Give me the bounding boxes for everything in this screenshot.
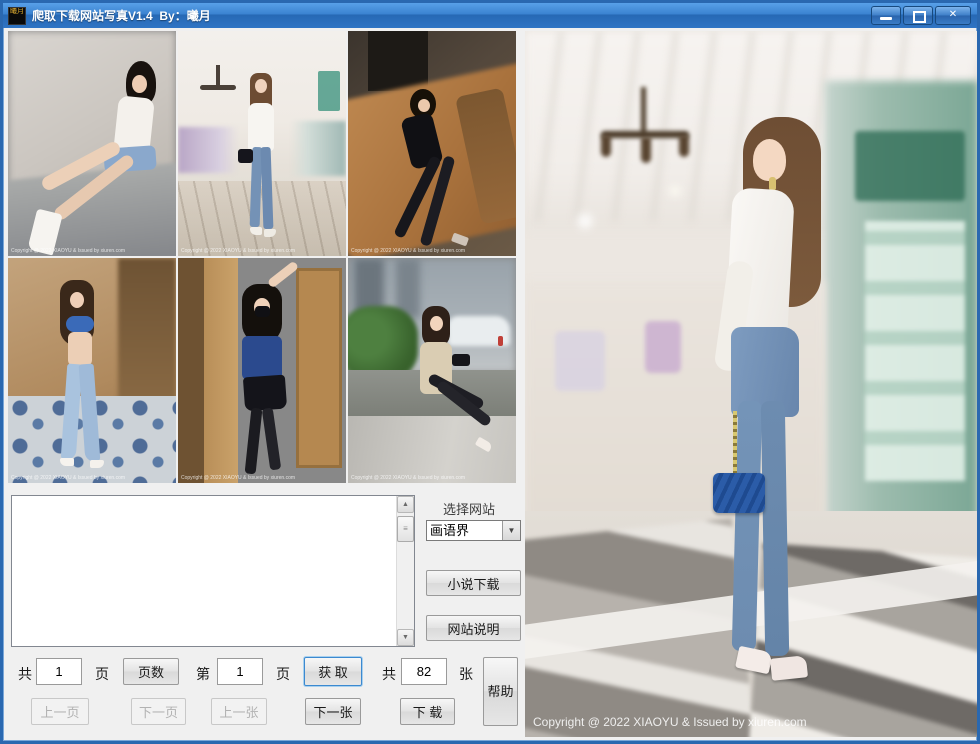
photo-thumbnail-4[interactable]: Copyright @ 2022 XIAOYU & Issued by xiur…	[8, 258, 176, 483]
thumb-watermark: Copyright @ 2022 XIAOYU & Issued by xiur…	[11, 248, 125, 254]
maximize-icon	[913, 11, 926, 23]
thumb-watermark: Copyright @ 2022 XIAOYU & Issued by xiur…	[181, 248, 295, 254]
thumb-watermark: Copyright @ 2022 XIAOYU & Issued by xiur…	[351, 475, 465, 481]
total-images-suffix-label: 张	[459, 664, 473, 684]
novel-download-button[interactable]: 小说下载	[426, 570, 521, 596]
arrow-down-icon: ▼	[402, 634, 409, 641]
help-button[interactable]: 帮助	[483, 657, 518, 726]
photo-thumbnail-1[interactable]: Copyright @ 2022 XIAOYU & Issued by xiur…	[8, 31, 176, 256]
thumb-watermark: Copyright @ 2022 XIAOYU & Issued by xiur…	[181, 475, 295, 481]
photo-preview: Copyright @ 2022 XIAOYU & Issued by xiur…	[525, 31, 978, 737]
chandelier-drop	[641, 137, 651, 163]
close-icon: ✕	[949, 9, 957, 20]
site-info-button[interactable]: 网站说明	[426, 615, 521, 641]
total-pages-input[interactable]: 1	[36, 658, 82, 685]
window-title: 爬取下载网站写真V1.4 By：曦月	[32, 7, 211, 24]
figure-top	[248, 103, 274, 151]
prev-page-button[interactable]: 上一页	[31, 698, 89, 725]
total-pages-prefix-label: 共	[18, 664, 32, 684]
page-count-button[interactable]: 页数	[123, 658, 179, 685]
figure-torso	[68, 332, 92, 366]
figure-face	[70, 292, 84, 308]
arrow-up-icon: ▲	[402, 501, 409, 508]
title-bar[interactable]: 曦月 爬取下载网站写真V1.4 By：曦月 ✕	[3, 3, 977, 28]
figure-face	[753, 139, 786, 181]
bg-kiosk	[555, 331, 605, 391]
figure-face	[132, 75, 147, 93]
figure-mask	[255, 306, 270, 317]
minimize-button[interactable]	[871, 6, 901, 25]
figure-bag-chain	[733, 411, 737, 479]
close-button[interactable]: ✕	[935, 6, 971, 25]
total-images-input[interactable]: 82	[401, 658, 447, 685]
bg-green-sign	[855, 131, 965, 201]
figure-face	[255, 79, 267, 93]
results-list	[14, 498, 396, 644]
photo-thumbnail-3[interactable]: Copyright @ 2022 XIAOYU & Issued by xiur…	[348, 31, 516, 256]
select-site-label: 选择网站	[443, 499, 495, 518]
figure-heel	[770, 655, 808, 681]
photo-thumbnail-5[interactable]: Copyright @ 2022 XIAOYU & Issued by xiur…	[178, 258, 346, 483]
figure-bra	[66, 316, 94, 332]
site-select-dropdown[interactable]: 画语界 ▼	[426, 520, 521, 541]
bg-sign	[318, 71, 340, 111]
preview-watermark: Copyright @ 2022 XIAOYU & Issued by xiur…	[533, 715, 807, 729]
total-pages-suffix-label: 页	[95, 664, 109, 684]
chandelier-drop	[601, 135, 611, 157]
figure-skirt	[243, 375, 287, 412]
app-window: 曦月 爬取下载网站写真V1.4 By：曦月 ✕ Copyright @ 2022…	[0, 0, 980, 744]
current-page-suffix-label: 页	[276, 664, 290, 684]
figure-face	[430, 316, 443, 331]
ground	[348, 416, 516, 483]
site-selected-value: 画语界	[427, 521, 502, 540]
chandelier-stem	[216, 65, 220, 87]
next-image-button[interactable]: 下一张	[305, 698, 361, 725]
app-icon: 曦月	[8, 7, 26, 25]
figure-heel	[250, 227, 262, 235]
scrollbar[interactable]: ▲ ≡ ▼	[396, 496, 414, 646]
thumb-watermark: Copyright @ 2022 XIAOYU & Issued by xiur…	[351, 248, 465, 254]
chandelier-drop	[679, 135, 689, 157]
current-page-input[interactable]: 1	[217, 658, 263, 685]
figure-blue-bag	[713, 473, 765, 513]
figure-handbag	[238, 149, 253, 163]
scroll-down-button[interactable]: ▼	[397, 629, 414, 646]
chandelier-arms	[200, 85, 236, 90]
minimize-icon	[880, 17, 892, 20]
current-page-prefix-label: 第	[196, 664, 210, 684]
scroll-up-button[interactable]: ▲	[397, 496, 414, 513]
figure-navy-shirt	[242, 336, 282, 380]
bg-purple-banner	[645, 321, 681, 373]
bg-storefront-left	[178, 127, 238, 173]
photo-thumbnail-2[interactable]: Copyright @ 2022 XIAOYU & Issued by xiur…	[178, 31, 346, 256]
figure-face	[418, 99, 430, 112]
fetch-button[interactable]: 获 取	[304, 657, 362, 686]
chevron-down-icon[interactable]: ▼	[502, 521, 520, 540]
figure-clutch	[452, 354, 470, 366]
bg-corner	[178, 258, 204, 483]
bg-door	[296, 268, 342, 468]
prev-image-button[interactable]: 上一张	[211, 698, 267, 725]
bg-taillight	[498, 336, 503, 346]
grip-icon: ≡	[403, 524, 408, 533]
photo-thumbnail-6[interactable]: Copyright @ 2022 XIAOYU & Issued by xiur…	[348, 258, 516, 483]
chandelier-stem	[641, 87, 646, 135]
bg-wall-dark	[118, 258, 176, 408]
bg-storefront-right	[291, 121, 346, 176]
results-listbox[interactable]: ▲ ≡ ▼	[11, 495, 415, 647]
figure-jeans-leg	[761, 401, 789, 656]
maximize-button[interactable]	[903, 6, 933, 25]
window-controls: ✕	[871, 6, 977, 25]
bg-lit-shelves	[865, 221, 965, 481]
thumb-watermark: Copyright @ 2022 XIAOYU & Issued by xiur…	[11, 475, 125, 481]
download-button[interactable]: 下 载	[400, 698, 455, 725]
bg-lamp	[368, 31, 428, 91]
figure-heel	[60, 458, 74, 466]
next-page-button[interactable]: 下一页	[131, 698, 186, 725]
total-images-prefix-label: 共	[382, 664, 396, 684]
bg-pillar	[204, 258, 238, 483]
scrollbar-thumb[interactable]: ≡	[397, 516, 414, 542]
